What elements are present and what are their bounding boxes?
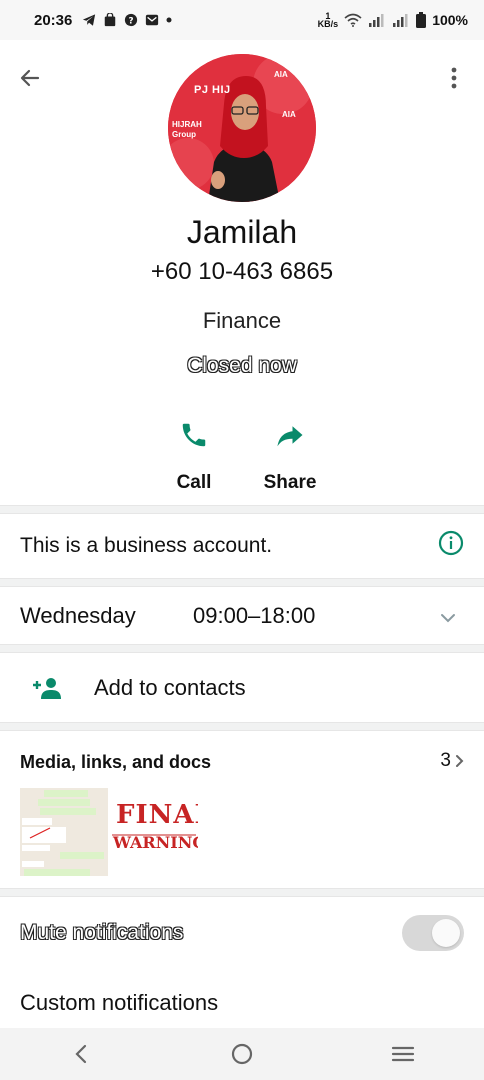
custom-notifications-row[interactable]: Custom notifications [0,972,484,1034]
nav-back-icon [75,1044,86,1064]
share-button[interactable]: Share [245,418,335,494]
system-nav-bar [0,1028,484,1080]
business-account-text: This is a business account. [20,534,273,557]
back-button[interactable] [14,62,46,94]
section-divider [0,578,484,587]
status-bar: 20:36 ? 1 KB/s 100% [0,0,484,40]
info-button[interactable] [438,530,464,562]
avatar-logo-aia-top: AIA [274,70,288,79]
help-circle-icon: ? [125,13,138,27]
media-thumbnail-chat[interactable] [20,788,108,876]
add-to-contacts-row[interactable]: Add to contacts [0,654,484,722]
nav-recents-button[interactable] [373,1032,433,1076]
mute-notifications-label: Mute notifications [20,921,184,944]
add-person-icon [33,678,61,699]
info-icon [438,530,464,556]
arrow-left-icon [20,69,40,87]
media-thumbnail-final-warning[interactable]: FINAL WARNING [110,788,198,876]
media-title: Media, links, and docs [20,752,212,772]
chevron-down-icon [441,614,455,623]
signal-1-icon [369,14,384,27]
media-section: Media, links, and docs 3 FINAL WARNING [0,732,484,888]
status-time: 20:36 [34,11,73,29]
chat-screenshot-thumbnail [20,788,108,876]
avatar[interactable]: PJ HIJ HIJRAH Group AIA AIA [168,54,316,202]
more-vertical-icon [451,67,457,89]
share-label: Share [263,472,317,493]
nav-recents-icon [392,1046,415,1062]
hours-time: 09:00–18:00 [193,603,316,628]
phone-icon [182,423,206,447]
call-label: Call [176,472,212,493]
profile-header: PJ HIJ HIJRAH Group AIA AIA Jamilah +60 … [0,40,484,493]
section-divider [0,505,484,514]
mute-toggle[interactable] [402,915,464,951]
more-notifications-dot-icon [166,17,172,23]
shopping-bag-icon [105,13,116,27]
business-category: Finance [202,308,282,333]
status-notification-icons: ? [82,13,172,27]
nav-home-icon [231,1043,253,1065]
expand-hours-button[interactable] [440,603,456,629]
mute-notifications-row[interactable]: Mute notifications [0,898,484,968]
mail-icon [146,14,159,26]
wifi-icon [344,13,362,27]
mute-toggle-knob [432,919,460,947]
battery-percent: 100% [432,12,468,28]
share-arrow-icon [277,426,303,447]
media-count: 3 [440,750,451,771]
chevron-right-icon [456,755,464,767]
avatar-text-group: Group [172,130,196,139]
section-divider [0,722,484,731]
avatar-text-hijrah: HIJRAH [172,120,202,129]
more-options-button[interactable] [438,62,470,94]
avatar-text-pjhij: PJ HIJ [194,84,231,96]
svg-text:?: ? [129,17,134,27]
custom-notifications-label: Custom notifications [20,990,219,1015]
section-divider [0,644,484,653]
network-speed-unit: KB/s [317,19,339,29]
nav-back-button[interactable] [51,1032,111,1076]
add-to-contacts-label: Add to contacts [94,675,246,700]
contact-name: Jamilah [186,214,298,250]
nav-home-button[interactable] [212,1032,272,1076]
status-right: 1 KB/s 100% [317,12,468,29]
final-warning-line1: FINAL [116,800,198,830]
final-warning-line2: WARNING [113,833,198,852]
business-status: Closed now [187,354,297,377]
section-divider [0,888,484,897]
telegram-icon [83,14,96,26]
business-hours-row[interactable]: Wednesday 09:00–18:00 [0,588,484,644]
contact-phone: +60 10-463 6865 [150,258,334,285]
hours-day: Wednesday [20,603,136,628]
network-speed: 1 KB/s [317,12,339,29]
media-count-button[interactable]: 3 [440,750,464,772]
signal-2-icon [393,14,408,27]
business-account-row[interactable]: This is a business account. [0,514,484,578]
battery-icon [416,12,427,28]
avatar-logo-aia-bottom: AIA [282,110,296,119]
call-button[interactable]: Call [149,418,239,494]
